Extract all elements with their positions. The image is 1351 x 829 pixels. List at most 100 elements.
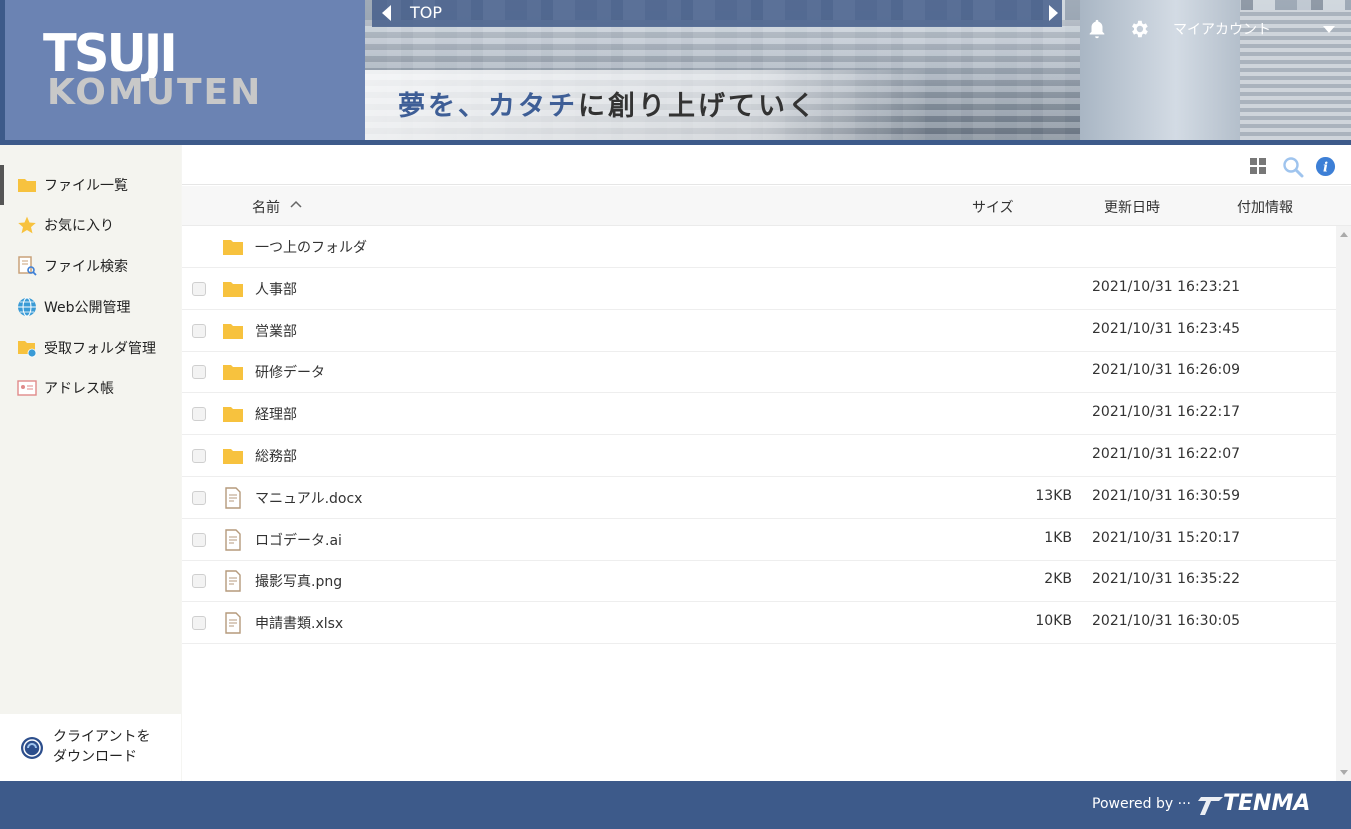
file-size: 2KB — [1044, 571, 1072, 587]
sidebar-item-label: Web公開管理 — [44, 300, 131, 316]
file-modified: 2021/10/31 16:22:07 — [1092, 446, 1241, 462]
file-name: 一つ上のフォルダ — [255, 240, 367, 256]
chevron-down-icon[interactable] — [1323, 26, 1335, 33]
breadcrumb-next-icon[interactable] — [1044, 3, 1062, 23]
tagline-part3: に創り上げていく — [578, 91, 818, 122]
table-row[interactable]: 営業部 2021/10/31 16:23:45 — [182, 310, 1336, 352]
banner-tagline: 夢を、カタチに創り上げていく — [398, 84, 818, 123]
file-modified: 2021/10/31 15:20:17 — [1092, 530, 1241, 546]
file-name: 研修データ — [255, 365, 325, 381]
star-icon — [17, 215, 37, 235]
scroll-up-icon[interactable] — [1340, 232, 1348, 237]
sidebar-item-file-list[interactable]: ファイル一覧 — [0, 165, 181, 205]
sort-ascending-icon[interactable] — [290, 200, 302, 208]
table-row[interactable]: 撮影写真.png 2KB 2021/10/31 16:35:22 — [182, 560, 1336, 602]
client-download-label: クライアントを ダウンロード — [53, 729, 151, 765]
gear-icon[interactable] — [1128, 18, 1150, 40]
column-header-size[interactable]: サイズ — [972, 197, 1014, 217]
table-row[interactable]: 人事部 2021/10/31 16:23:21 — [182, 268, 1336, 310]
folder-icon — [17, 175, 37, 195]
sidebar-item-receive-folder[interactable]: 受取フォルダ管理 — [0, 328, 181, 368]
header: TSUJI KOMUTEN 夢を、カタチに創り上げていく TOP マイアカウント — [0, 0, 1351, 145]
file-name: 経理部 — [255, 407, 297, 423]
file-list-panel: i 名前 サイズ 更新日時 付加情報 一つ上のフォルダ 人事部 2021/10/… — [182, 145, 1351, 781]
client-download-button[interactable]: クライアントを ダウンロード — [0, 714, 181, 781]
svg-text:i: i — [1323, 159, 1328, 175]
file-modified: 2021/10/31 16:23:21 — [1092, 279, 1241, 295]
file-modified: 2021/10/31 16:35:22 — [1092, 571, 1241, 587]
table-row[interactable]: ロゴデータ.ai 1KB 2021/10/31 15:20:17 — [182, 519, 1336, 561]
file-name: 人事部 — [255, 282, 297, 298]
tagline-part2: カタチ — [488, 91, 578, 122]
sidebar-item-label: お気に入り — [44, 218, 114, 234]
folder-globe-icon — [17, 338, 37, 358]
table-row[interactable]: 経理部 2021/10/31 16:22:17 — [182, 393, 1336, 435]
document-icon — [225, 487, 241, 509]
sidebar-item-address-book[interactable]: アドレス帳 — [0, 368, 181, 408]
file-name: 営業部 — [255, 324, 297, 340]
file-name: ロゴデータ.ai — [255, 533, 342, 549]
row-checkbox[interactable] — [192, 491, 206, 505]
row-checkbox[interactable] — [192, 616, 206, 630]
scroll-down-icon[interactable] — [1340, 770, 1348, 775]
sidebar-item-web-publish[interactable]: Web公開管理 — [0, 287, 181, 327]
column-header-name[interactable]: 名前 — [252, 197, 280, 217]
table-row-parent-folder[interactable]: 一つ上のフォルダ — [182, 226, 1336, 268]
vertical-scrollbar[interactable] — [1336, 226, 1351, 781]
address-card-icon — [17, 378, 37, 398]
file-name: 総務部 — [255, 449, 297, 465]
sidebar: ファイル一覧 お気に入り ファイル検索 Web公開管理 受取フォルダ管理 アドレ… — [0, 145, 181, 781]
sidebar-item-label: ファイル検索 — [44, 259, 128, 275]
grid-view-icon[interactable] — [1249, 157, 1267, 175]
row-checkbox[interactable] — [192, 449, 206, 463]
breadcrumb-prev-icon[interactable] — [378, 3, 396, 23]
table-row[interactable]: 研修データ 2021/10/31 16:26:09 — [182, 351, 1336, 393]
sidebar-item-favorites[interactable]: お気に入り — [0, 205, 181, 245]
file-name: 申請書類.xlsx — [255, 616, 344, 632]
bell-icon[interactable] — [1086, 18, 1108, 40]
client-download-icon — [21, 737, 43, 759]
row-checkbox[interactable] — [192, 574, 206, 588]
file-name: 撮影写真.png — [255, 574, 343, 590]
column-header-modified[interactable]: 更新日時 — [1104, 197, 1160, 217]
vendor-logo-text[interactable]: TENMA — [1223, 791, 1310, 816]
file-modified: 2021/10/31 16:30:05 — [1092, 613, 1241, 629]
footer: Powered by ··· TENMA — [0, 781, 1351, 829]
breadcrumb-bar — [372, 0, 1062, 27]
row-checkbox[interactable] — [192, 533, 206, 547]
table-row[interactable]: マニュアル.docx 13KB 2021/10/31 16:30:59 — [182, 477, 1336, 519]
document-icon — [225, 612, 241, 634]
info-icon[interactable]: i — [1315, 156, 1336, 177]
file-size: 10KB — [1035, 613, 1072, 629]
file-modified: 2021/10/31 16:26:09 — [1092, 362, 1241, 378]
toolbar: i — [182, 145, 1351, 185]
file-modified: 2021/10/31 16:30:59 — [1092, 488, 1241, 504]
row-checkbox[interactable] — [192, 282, 206, 296]
file-modified: 2021/10/31 16:23:45 — [1092, 321, 1241, 337]
sidebar-item-label: 受取フォルダ管理 — [44, 341, 156, 357]
file-size: 1KB — [1044, 530, 1072, 546]
document-icon — [225, 570, 241, 592]
file-modified: 2021/10/31 16:22:17 — [1092, 404, 1241, 420]
folder-icon — [223, 282, 243, 297]
search-icon[interactable] — [1282, 156, 1304, 178]
sidebar-item-label: アドレス帳 — [44, 381, 114, 397]
folder-icon — [223, 324, 243, 339]
brand-logo[interactable]: TSUJI KOMUTEN — [5, 0, 365, 140]
row-checkbox[interactable] — [192, 407, 206, 421]
table-row[interactable]: 総務部 2021/10/31 16:22:07 — [182, 435, 1336, 477]
powered-by-text: Powered by ··· — [1092, 796, 1191, 812]
file-size: 13KB — [1035, 488, 1072, 504]
globe-icon — [17, 297, 37, 317]
column-header-extra[interactable]: 付加情報 — [1237, 197, 1293, 217]
document-icon — [225, 529, 241, 551]
table-header: 名前 サイズ 更新日時 付加情報 — [182, 186, 1351, 226]
table-row[interactable]: 申請書類.xlsx 10KB 2021/10/31 16:30:05 — [182, 602, 1336, 644]
row-checkbox[interactable] — [192, 324, 206, 338]
breadcrumb-top[interactable]: TOP — [410, 3, 442, 22]
folder-icon — [223, 407, 243, 422]
sidebar-item-file-search[interactable]: ファイル検索 — [0, 246, 181, 286]
my-account-menu[interactable]: マイアカウント — [1173, 19, 1271, 39]
row-checkbox[interactable] — [192, 365, 206, 379]
folder-icon — [223, 449, 243, 464]
